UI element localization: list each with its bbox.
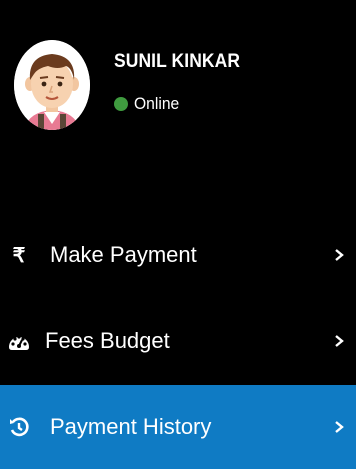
user-profile-header: SUNIL KINKAR Online (0, 0, 356, 150)
status-text: Online (134, 94, 180, 113)
menu-item-fees-budget[interactable]: Fees Budget (0, 299, 356, 383)
history-icon (8, 416, 30, 438)
menu-item-make-payment[interactable]: ₹ Make Payment (0, 213, 356, 297)
dashboard-gauge-icon (8, 330, 30, 352)
menu-item-label: Make Payment (50, 242, 197, 267)
menu-item-payment-history[interactable]: Payment History (0, 385, 356, 469)
rupee-icon: ₹ (12, 244, 26, 267)
menu-item-label: Fees Budget (45, 328, 170, 353)
status-dot-icon (114, 97, 128, 111)
chevron-right-icon (335, 335, 344, 347)
avatar (14, 40, 90, 130)
menu-item-label: Payment History (50, 414, 212, 439)
user-name: SUNIL KINKAR (114, 51, 241, 72)
chevron-right-icon (335, 249, 344, 261)
chevron-right-icon (335, 421, 344, 433)
online-status: Online (114, 94, 183, 114)
